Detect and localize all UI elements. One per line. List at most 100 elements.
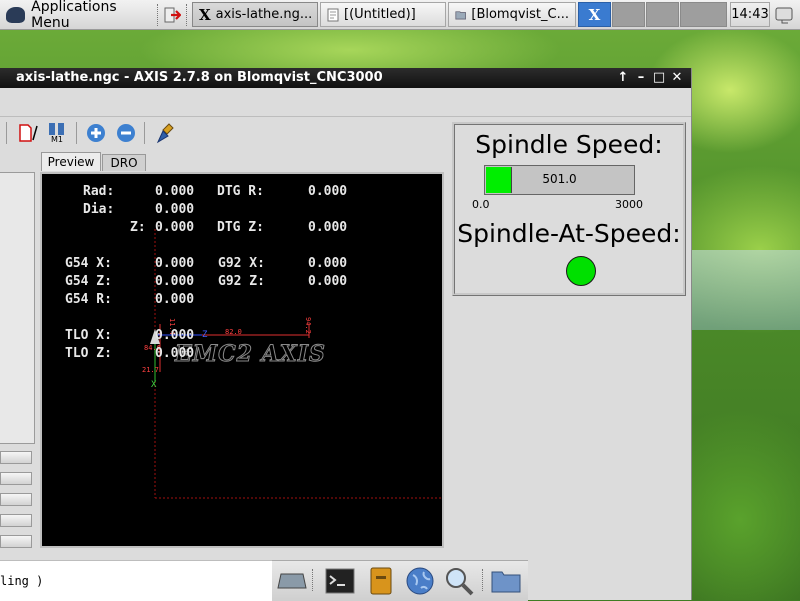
spindle-speed-max: 3000	[615, 198, 643, 211]
spindle-speed-bar: 501.0	[484, 165, 635, 195]
toolbar-separator	[144, 122, 145, 144]
dock-separator	[312, 569, 317, 591]
task-untitled-editor[interactable]: [(Untitled)]	[320, 2, 446, 27]
zoom-out-icon	[117, 124, 135, 142]
dro-dia-label: Dia:	[83, 202, 115, 217]
panel-separator	[157, 4, 162, 26]
maximize-button[interactable]: □	[651, 69, 667, 87]
dock-item-web-browser[interactable]	[404, 565, 436, 597]
dro-dtg-r-label: DTG R:	[217, 184, 264, 199]
axis-z-label: Z	[202, 330, 208, 340]
file-manager-icon	[370, 567, 392, 595]
wallpaper-creek	[692, 250, 800, 330]
manual-control-panel	[0, 172, 35, 444]
bottom-dock	[272, 560, 528, 601]
workspace-3[interactable]	[646, 2, 679, 27]
xfce-mouse-icon	[6, 7, 26, 23]
emc2-axis-logo: EMC2 AXIS	[175, 341, 326, 368]
x-app-icon: X	[588, 5, 601, 24]
dro-g92x-value: 0.000	[308, 256, 348, 271]
dro-z-value: 0.000	[155, 220, 195, 235]
window-title: axis-lathe.ngc - AXIS 2.7.8 on Blomqvist…	[16, 70, 383, 85]
top-panel: Applications Menu X axis-lathe.ng... [(U…	[0, 0, 800, 31]
zoom-in-button[interactable]	[84, 121, 108, 145]
dro-g54z-label: G54 Z:	[65, 274, 112, 289]
folder-icon	[491, 571, 521, 593]
x-app-icon: X	[199, 5, 211, 24]
task-label: [(Untitled)]	[344, 7, 416, 22]
dro-g92z-value: 0.000	[308, 274, 348, 289]
workspace-1[interactable]: X	[578, 2, 611, 27]
dro-g54x-value: 0.000	[155, 256, 195, 271]
optional-stop-icon	[49, 123, 64, 135]
log-out-icon[interactable]	[163, 6, 181, 24]
task-label: [Blomqvist_C...	[471, 7, 569, 22]
dro-g54z-value: 0.000	[155, 274, 195, 289]
workspace-4[interactable]	[680, 2, 727, 27]
dimension-top: 82.0	[225, 328, 242, 336]
spindle-at-speed-title: Spindle-At-Speed:	[457, 219, 681, 248]
dock-separator	[482, 569, 487, 591]
tab-preview[interactable]: Preview	[41, 152, 101, 171]
dro-g92z-label: G92 Z:	[218, 274, 265, 289]
jog-button[interactable]	[0, 451, 32, 464]
folder-icon	[455, 10, 466, 19]
dro-g54r-value: 0.000	[155, 292, 195, 307]
text-editor-icon	[327, 8, 339, 21]
spindle-at-speed-led	[566, 256, 596, 286]
applications-menu-button[interactable]: Applications Menu	[2, 0, 154, 31]
block-delete-icon	[19, 124, 38, 142]
jog-button[interactable]	[0, 493, 32, 506]
jog-button[interactable]	[0, 535, 32, 548]
dock-item-folder[interactable]	[490, 565, 522, 597]
keep-above-button[interactable]: ↑	[615, 69, 631, 87]
toolbar-separator	[76, 122, 77, 144]
tab-dro[interactable]: DRO	[102, 154, 146, 171]
dro-dtg-z-value: 0.000	[308, 220, 348, 235]
dro-tlox-label: TLO X:	[65, 328, 112, 343]
dro-dtg-r-value: 0.000	[308, 184, 348, 199]
window-titlebar[interactable]: axis-lathe.ngc - AXIS 2.7.8 on Blomqvist…	[0, 68, 691, 88]
pyvcp-panel: Spindle Speed: 501.0 0.0 3000 Spindle-At…	[452, 122, 686, 296]
dro-g54r-label: G54 R:	[65, 292, 112, 307]
dimension-left-c: 21.7	[142, 366, 159, 374]
optional-stop-button[interactable]: M1	[44, 121, 70, 145]
dro-z-label: Z:	[130, 220, 146, 235]
zoom-out-button[interactable]	[114, 121, 138, 145]
minimize-button[interactable]: –	[633, 69, 649, 87]
dro-g54x-label: G54 X:	[65, 256, 112, 271]
dock-item-file-manager[interactable]	[365, 565, 397, 597]
dro-tloz-label: TLO Z:	[65, 346, 112, 361]
power-tray-icon[interactable]	[774, 4, 796, 26]
terminal-icon	[325, 568, 355, 594]
search-icon	[446, 568, 474, 596]
status-text: ling )	[0, 574, 44, 588]
clear-plot-button[interactable]	[153, 121, 179, 145]
status-bar: ling )	[0, 560, 272, 601]
menubar	[0, 88, 691, 117]
dock-item-drive[interactable]	[276, 565, 308, 597]
spindle-speed-min: 0.0	[472, 198, 490, 211]
task-blomqvist-folder[interactable]: [Blomqvist_C...	[448, 2, 576, 27]
dro-dtg-z-label: DTG Z:	[217, 220, 264, 235]
drive-icon	[277, 573, 307, 589]
dock-item-search[interactable]	[443, 565, 475, 597]
task-label: axis-lathe.ng...	[215, 7, 313, 22]
dro-rad-label: Rad:	[83, 184, 115, 199]
zoom-in-icon	[87, 124, 105, 142]
web-browser-icon	[406, 567, 434, 595]
workspace-2[interactable]	[612, 2, 645, 27]
close-button[interactable]: ✕	[669, 69, 685, 87]
dro-dia-value: 0.000	[155, 202, 195, 217]
jog-button[interactable]	[0, 472, 32, 485]
toolbar-separator	[6, 122, 7, 144]
applications-menu-label: Applications Menu	[31, 0, 117, 31]
dock-item-terminal[interactable]	[324, 565, 356, 597]
panel-separator	[186, 4, 191, 26]
clock[interactable]: 14:43	[730, 2, 770, 27]
task-axis-lathe[interactable]: X axis-lathe.ng...	[192, 2, 318, 27]
preview-canvas[interactable]: 82.0 94.2 11.4 84.6 21.7 X Z EMC2 AXIS R…	[40, 172, 444, 548]
block-delete-button[interactable]	[14, 121, 40, 145]
jog-button[interactable]	[0, 514, 32, 527]
dro-rad-value: 0.000	[155, 184, 195, 199]
